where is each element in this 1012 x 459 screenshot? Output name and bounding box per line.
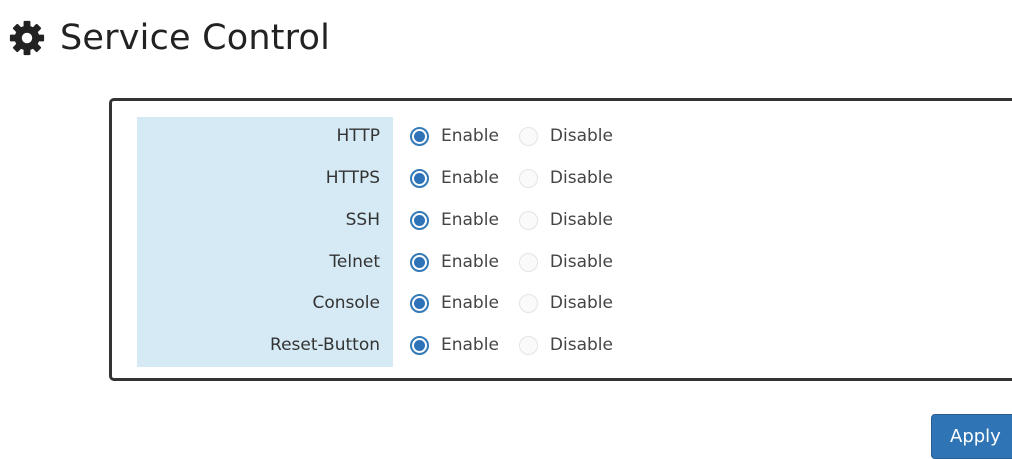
enable-radio[interactable]: [410, 126, 429, 146]
disable-label: Disable: [549, 293, 613, 313]
disable-radio[interactable]: [518, 210, 538, 230]
service-row-ssh: SSH Enable Disable: [137, 207, 697, 233]
enable-option[interactable]: Enable: [410, 252, 499, 272]
enable-radio[interactable]: [410, 252, 429, 272]
service-label: HTTPS: [325, 168, 380, 188]
disable-label: Disable: [549, 168, 613, 188]
service-control-page: Service Control HTTP Enable Disable HTTPS En…: [0, 0, 1012, 459]
disable-radio[interactable]: [518, 293, 538, 313]
disable-radio[interactable]: [518, 126, 538, 146]
service-row-console: Console Enable Disable: [137, 290, 697, 316]
service-label: HTTP: [336, 126, 380, 146]
enable-option[interactable]: Enable: [410, 210, 499, 230]
service-row-https: HTTPS Enable Disable: [137, 165, 697, 191]
enable-radio[interactable]: [410, 293, 429, 313]
disable-option[interactable]: Disable: [518, 335, 613, 355]
disable-radio[interactable]: [518, 252, 538, 272]
page-header: Service Control: [8, 12, 330, 64]
disable-label: Disable: [549, 252, 613, 272]
service-label: Telnet: [329, 252, 380, 272]
enable-radio[interactable]: [410, 168, 429, 188]
disable-option[interactable]: Disable: [518, 168, 613, 188]
disable-radio[interactable]: [518, 335, 538, 355]
service-label: Reset-Button: [270, 335, 380, 355]
disable-option[interactable]: Disable: [518, 252, 613, 272]
page-title: Service Control: [60, 18, 330, 58]
service-label: SSH: [345, 210, 380, 230]
disable-option[interactable]: Disable: [518, 210, 613, 230]
gear-icon: [9, 20, 45, 56]
disable-option[interactable]: Disable: [518, 126, 613, 146]
label-column-background: [137, 117, 393, 367]
enable-label: Enable: [441, 252, 499, 272]
disable-radio[interactable]: [518, 168, 538, 188]
disable-label: Disable: [549, 335, 613, 355]
enable-radio[interactable]: [410, 335, 429, 355]
disable-label: Disable: [549, 210, 613, 230]
enable-label: Enable: [441, 168, 499, 188]
enable-radio[interactable]: [410, 210, 429, 230]
enable-label: Enable: [441, 210, 499, 230]
disable-label: Disable: [549, 126, 613, 146]
enable-label: Enable: [441, 335, 499, 355]
service-row-http: HTTP Enable Disable: [137, 123, 697, 149]
enable-label: Enable: [441, 126, 499, 146]
service-row-reset-button: Reset-Button Enable Disable: [137, 332, 697, 358]
enable-option[interactable]: Enable: [410, 335, 499, 355]
enable-option[interactable]: Enable: [410, 168, 499, 188]
service-label: Console: [312, 293, 381, 313]
enable-option[interactable]: Enable: [410, 126, 499, 146]
enable-option[interactable]: Enable: [410, 293, 499, 313]
disable-option[interactable]: Disable: [518, 293, 613, 313]
service-row-telnet: Telnet Enable Disable: [137, 249, 697, 275]
apply-button[interactable]: Apply: [931, 414, 1012, 459]
enable-label: Enable: [441, 293, 499, 313]
